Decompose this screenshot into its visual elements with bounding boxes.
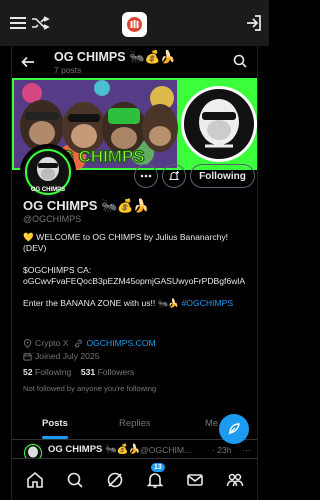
- profile-name: OG CHIMPS 🐜💰🍌: [23, 198, 150, 213]
- search-icon[interactable]: [233, 54, 247, 68]
- bookmark-library-icon[interactable]: [122, 12, 147, 37]
- tab-posts[interactable]: Posts: [42, 418, 68, 429]
- home-icon[interactable]: [26, 471, 44, 489]
- location-pin-icon: [23, 338, 32, 348]
- app-bar: [0, 0, 269, 46]
- more-options-button[interactable]: [134, 164, 158, 188]
- communities-icon[interactable]: [226, 471, 244, 489]
- explore-search-icon[interactable]: [66, 471, 84, 489]
- shuffle-icon[interactable]: [30, 13, 50, 33]
- grok-icon[interactable]: [106, 471, 124, 489]
- profile-bio: 💛 WELCOME to OG CHIMPS by Julius Bananar…: [23, 232, 255, 320]
- notifications-bell-icon[interactable]: [146, 471, 164, 489]
- contract-address: oGCwvFvaFEQocB3pEZM45opmjGASUwyoFrPDBgf6…: [23, 276, 246, 286]
- bio-line: $OGCHIMPS CA:: [23, 265, 92, 275]
- bio-line: Enter the BANANA ZONE with us!! 🐜🍌: [23, 298, 182, 308]
- post-author-handle: @OGCHIM...: [140, 445, 192, 455]
- sign-in-icon[interactable]: [244, 13, 264, 33]
- notifications-bell-button[interactable]: [162, 164, 186, 188]
- bio-line: 💛 WELCOME to OG CHIMPS by Julius Bananar…: [23, 232, 229, 242]
- not-followed-text: Not followed by anyone you're following: [23, 384, 157, 393]
- post-more-button[interactable]: ···: [242, 445, 251, 455]
- profile-page: OG CHIMPS 🐜💰🍌 7 posts OG CHIMPS OG CHIMP…: [11, 46, 258, 500]
- link-icon: [75, 339, 83, 347]
- profile-handle: @OGCHIMPS: [23, 214, 82, 224]
- bell-plus-icon: [168, 171, 180, 181]
- following-button[interactable]: Following: [190, 164, 255, 188]
- avatar-text: OG CHIMPS: [31, 187, 65, 193]
- calendar-icon: [23, 352, 32, 361]
- back-arrow-icon[interactable]: [20, 54, 36, 70]
- tab-replies[interactable]: Replies: [119, 418, 151, 429]
- bio-line: (DEV): [23, 243, 47, 253]
- page-title: OG CHIMPS 🐜💰🍌: [54, 50, 176, 64]
- tab-media[interactable]: Me: [205, 418, 218, 429]
- bottom-navigation: 13: [12, 458, 257, 500]
- profile-meta: Crypto X OGCHIMPS.COM: [23, 338, 156, 348]
- profile-category: Crypto X: [35, 338, 69, 348]
- active-tab-indicator: [42, 436, 68, 439]
- ellipsis-icon: [140, 174, 152, 178]
- post-timestamp: · 23h: [212, 445, 232, 455]
- website-link[interactable]: OGCHIMPS.COM: [86, 338, 155, 348]
- avatar[interactable]: OG CHIMPS: [20, 144, 76, 200]
- notification-count-badge: 13: [150, 462, 166, 473]
- feather-quill-icon: [228, 423, 240, 435]
- post-author-name: OG CHIMPS 🐜💰🍌: [48, 444, 141, 455]
- profile-joined: Joined July 2025: [23, 351, 100, 361]
- hashtag-link[interactable]: #OGCHIMPS: [181, 298, 233, 308]
- follow-stats: 52 Following 531 Followers: [23, 367, 134, 377]
- followers-stat[interactable]: 531 Followers: [81, 367, 135, 377]
- post-count: 7 posts: [54, 65, 82, 75]
- hamburger-icon[interactable]: [8, 13, 28, 33]
- following-stat[interactable]: 52 Following: [23, 367, 71, 377]
- profile-top-bar: OG CHIMPS 🐜💰🍌 7 posts: [12, 46, 257, 78]
- joined-date: Joined July 2025: [35, 351, 100, 361]
- messages-envelope-icon[interactable]: [186, 471, 204, 489]
